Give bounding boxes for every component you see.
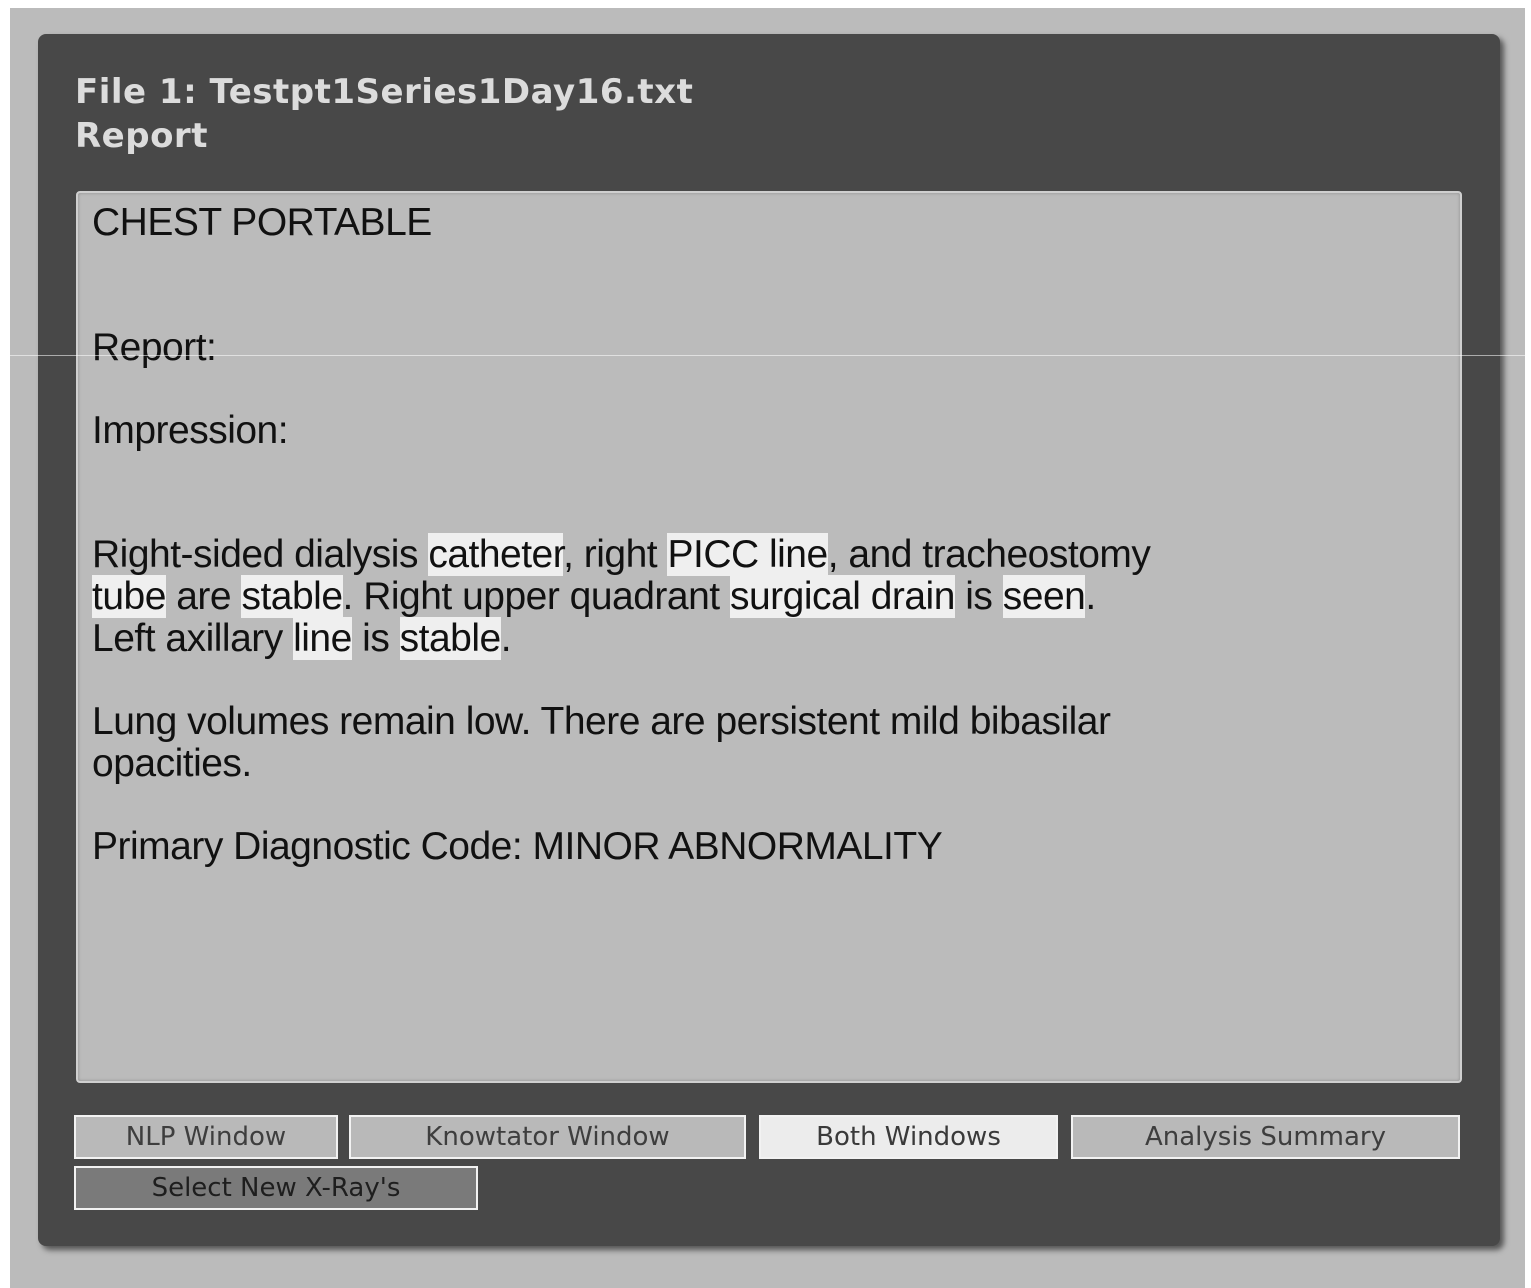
report-heading: CHEST PORTABLE <box>92 201 432 244</box>
frame-border-top <box>0 0 1531 8</box>
findings-line-3: Left axillary line is stable. <box>92 617 512 661</box>
select-new-xrays-button[interactable]: Select New X-Ray's <box>74 1166 478 1210</box>
report-text-segment: . Right upper quadrant <box>342 575 730 618</box>
highlighted-term: tube <box>92 575 166 618</box>
report-text-segment: is <box>351 617 400 660</box>
findings-line-2: tube are stable. Right upper quadrant su… <box>92 575 1096 619</box>
highlighted-term: catheter <box>428 533 564 576</box>
highlighted-term: stable <box>399 617 501 660</box>
nlp-window-button[interactable]: NLP Window <box>74 1115 338 1159</box>
scan-artifact-line <box>0 355 1531 356</box>
section-title: Report <box>75 116 208 156</box>
knowtator-window-button[interactable]: Knowtator Window <box>349 1115 746 1159</box>
diagnostic-code-line: Primary Diagnostic Code: MINOR ABNORMALI… <box>92 825 943 868</box>
report-text-area[interactable]: CHEST PORTABLE Report: Impression: Right… <box>76 191 1462 1083</box>
report-text-segment: is <box>954 575 1003 618</box>
report-text-segment: , and tracheostomy <box>827 533 1151 576</box>
highlighted-term: surgical drain <box>729 575 955 618</box>
highlighted-term: PICC line <box>667 533 828 576</box>
both-windows-button[interactable]: Both Windows <box>759 1115 1058 1159</box>
report-viewer-panel: File 1: Testpt1Series1Day16.txt Report C… <box>38 34 1500 1246</box>
findings-line-1: Right-sided dialysis catheter, right PIC… <box>92 533 1151 577</box>
report-label: Report: <box>92 326 217 369</box>
lung-line-2: opacities. <box>92 742 252 785</box>
frame-border-left <box>0 0 10 1288</box>
report-text-segment: Left axillary <box>92 617 294 660</box>
frame-border-right <box>1525 0 1531 1288</box>
report-text-segment: are <box>165 575 242 618</box>
report-text-segment: . <box>1085 575 1096 618</box>
report-text-segment: . <box>500 617 512 660</box>
lung-line-1: Lung volumes remain low. There are persi… <box>92 700 1111 743</box>
report-text-segment: Right-sided dialysis <box>92 533 429 576</box>
analysis-summary-button[interactable]: Analysis Summary <box>1071 1115 1460 1159</box>
report-text-segment: , right <box>563 533 668 576</box>
highlighted-term: stable <box>241 575 343 618</box>
file-title: File 1: Testpt1Series1Day16.txt <box>75 72 694 112</box>
highlighted-term: seen <box>1002 575 1086 618</box>
impression-label: Impression: <box>92 409 289 452</box>
highlighted-term: line <box>293 617 352 660</box>
